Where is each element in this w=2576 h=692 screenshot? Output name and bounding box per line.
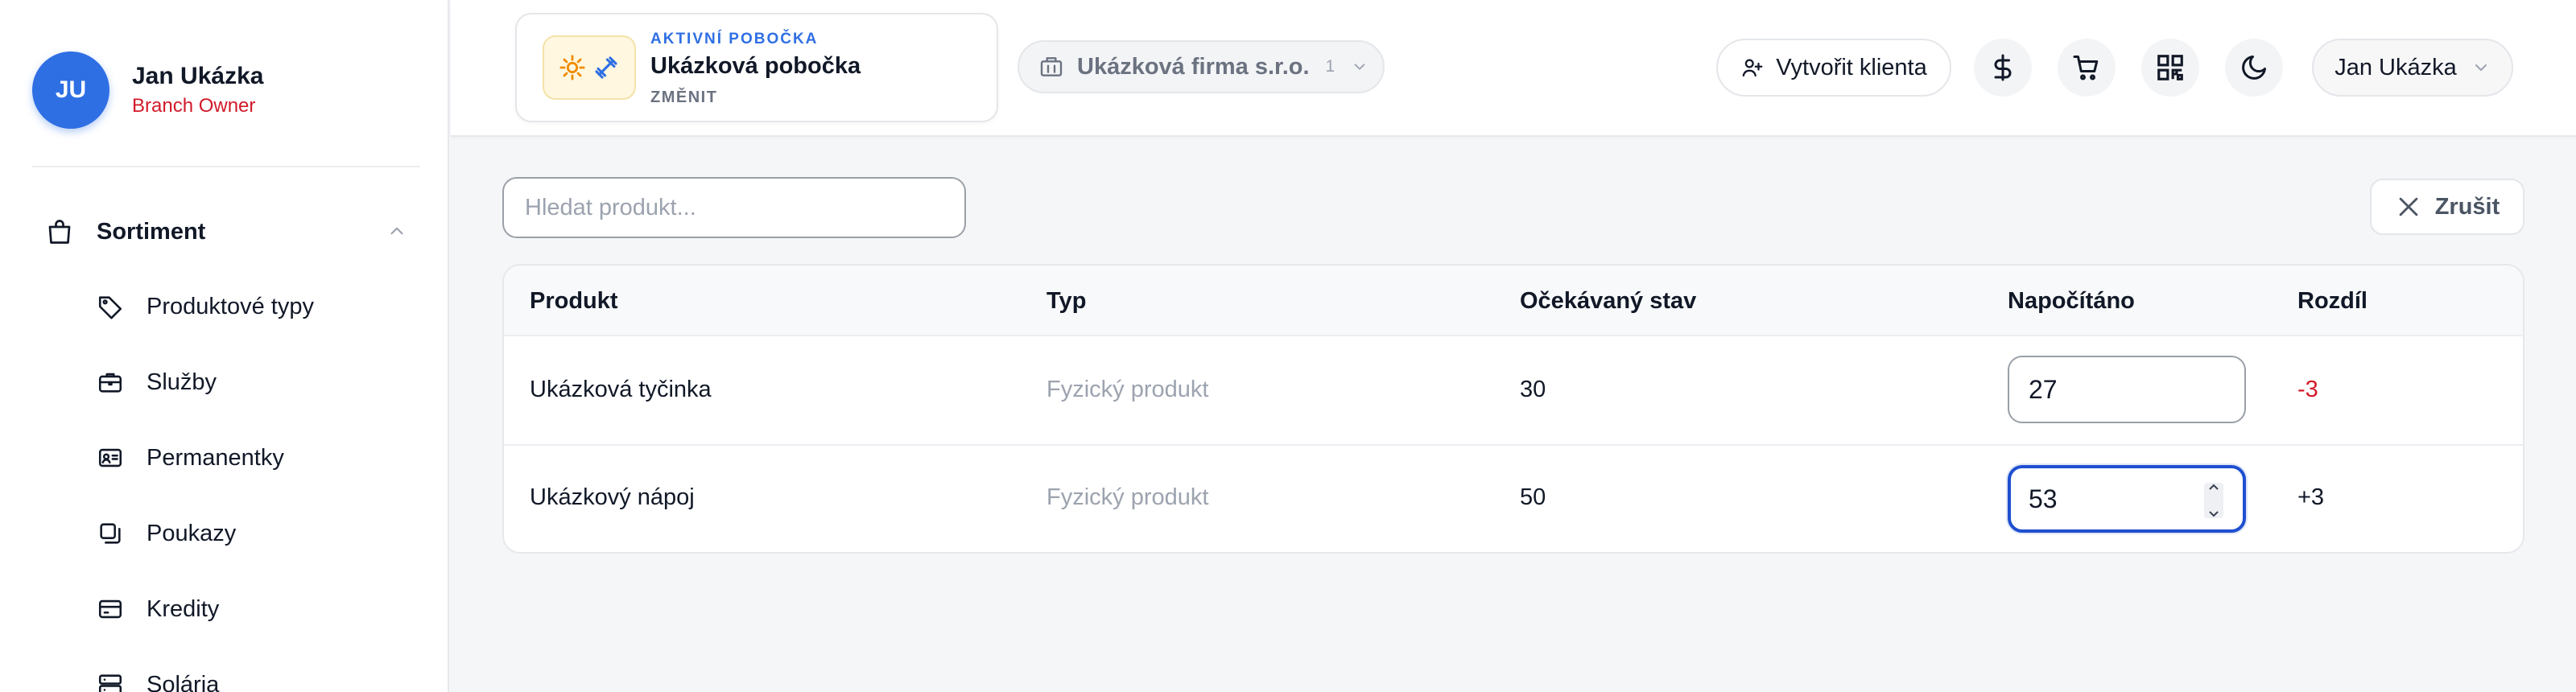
product-type: Fyzický produkt: [1046, 484, 1209, 510]
chevron-up-icon: [390, 227, 403, 235]
sidebar-divider: [32, 166, 420, 167]
number-stepper[interactable]: [2204, 483, 2223, 518]
chevron-down-icon: [2475, 64, 2487, 71]
sidebar-group-sortiment[interactable]: Sortiment: [45, 208, 407, 256]
user-role: Branch Owner: [132, 95, 256, 117]
table-row: Ukázková tyčinka Fyzický produkt 30 27 -…: [504, 336, 2523, 444]
sidebar-item-produktove-typy[interactable]: Produktové typy: [97, 282, 314, 331]
table-header: Produkt Typ Očekávaný stav Napočítáno Ro…: [504, 266, 2523, 336]
copy-icon: [100, 523, 121, 544]
avatar: JU: [32, 51, 109, 129]
sidebar-item-permanentky[interactable]: Permanentky: [97, 434, 284, 482]
dumbbell-icon: [595, 56, 617, 79]
search-input[interactable]: [502, 177, 966, 238]
building-icon: [1040, 57, 1063, 76]
sidebar-item-label: Služby: [147, 369, 217, 395]
column-header-expected: Očekávaný stav: [1520, 288, 1697, 314]
create-client-button[interactable]: Vytvořit klienta: [1716, 39, 1951, 97]
currency-button[interactable]: [1974, 39, 2032, 97]
user-plus-icon: [1742, 59, 1763, 77]
dollar-icon: [1994, 54, 2012, 81]
sidebar-group-label: Sortiment: [97, 218, 206, 245]
stepper-down-icon[interactable]: [2208, 510, 2219, 518]
qr-code-button[interactable]: [2141, 39, 2199, 97]
cart-icon: [2073, 56, 2099, 80]
counted-value: 27: [2029, 374, 2058, 404]
chevron-down-icon: [1354, 64, 1365, 70]
inventory-table: Produkt Typ Očekávaný stav Napočítáno Ro…: [502, 264, 2524, 554]
sidebar-item-label: Permanentky: [147, 444, 284, 471]
sun-icon: [559, 55, 585, 80]
sidebar-item-label: Kredity: [147, 595, 220, 622]
tag-icon: [98, 296, 122, 319]
product-name: Ukázkový nápoj: [530, 484, 695, 510]
column-header-counted: Napočítáno: [2008, 288, 2135, 314]
sidebar-item-label: Produktové typy: [147, 293, 314, 319]
branch-logo: [543, 35, 636, 100]
difference-value: -3: [2297, 377, 2318, 402]
expected-stock: 50: [1520, 484, 1546, 510]
id-card-icon: [98, 448, 122, 468]
column-header-type: Typ: [1046, 288, 1087, 314]
sidebar-item-kredity[interactable]: Kredity: [97, 585, 219, 633]
qr-code-icon: [2157, 55, 2183, 80]
close-icon: [2399, 197, 2418, 216]
user-name: Jan Ukázka: [132, 63, 264, 89]
expected-stock: 30: [1520, 377, 1546, 402]
moon-icon: [2242, 56, 2266, 80]
sidebar-item-label: Solária: [147, 671, 220, 692]
sidebar-item-label: Poukazy: [147, 520, 237, 546]
user-menu-button[interactable]: Jan Ukázka: [2312, 39, 2513, 97]
sidebar-item-sluzby[interactable]: Služby: [97, 358, 217, 406]
create-client-label: Vytvořit klienta: [1776, 54, 1927, 80]
company-select[interactable]: Ukázková firma s.r.o. 1: [1018, 40, 1385, 93]
theme-toggle-button[interactable]: [2225, 39, 2283, 97]
change-branch-link[interactable]: ZMĚNIT: [650, 89, 717, 107]
server-icon: [98, 674, 122, 692]
credit-card-icon: [98, 599, 122, 619]
company-name: Ukázková firma s.r.o.: [1077, 53, 1310, 80]
counted-value: 53: [2029, 484, 2058, 513]
active-branch-card[interactable]: AKTIVNÍ POBOČKA Ukázková pobočka ZMĚNIT: [515, 13, 998, 122]
column-header-product: Produkt: [530, 288, 618, 314]
product-type: Fyzický produkt: [1046, 377, 1209, 402]
user-profile: JU Jan Ukázka Branch Owner: [32, 51, 263, 129]
briefcase-icon: [98, 373, 122, 393]
cart-button[interactable]: [2058, 39, 2116, 97]
user-menu-label: Jan Ukázka: [2334, 54, 2457, 80]
company-count: 1: [1325, 57, 1335, 76]
branch-name: Ukázková pobočka: [650, 53, 861, 79]
product-name: Ukázková tyčinka: [530, 377, 712, 402]
sidebar-item-poukazy[interactable]: Poukazy: [97, 509, 236, 558]
table-row: Ukázkový nápoj Fyzický produkt 50 53 +3: [504, 444, 2523, 552]
cancel-button[interactable]: Zrušit: [2370, 179, 2524, 235]
counted-input-focused[interactable]: 53: [2008, 465, 2246, 533]
top-header: AKTIVNÍ POBOČKA Ukázková pobočka ZMĚNIT …: [451, 0, 2576, 137]
sidebar: JU Jan Ukázka Branch Owner Sortiment Pro…: [0, 0, 449, 692]
stepper-up-icon[interactable]: [2208, 483, 2219, 491]
difference-value: +3: [2297, 484, 2325, 510]
counted-input[interactable]: 27: [2008, 356, 2246, 423]
sidebar-item-solaria[interactable]: Solária: [97, 661, 219, 692]
shopping-bag-icon: [48, 220, 71, 244]
cancel-label: Zrušit: [2434, 193, 2500, 220]
branch-kicker: AKTIVNÍ POBOČKA: [650, 31, 819, 47]
column-header-difference: Rozdíl: [2297, 288, 2368, 314]
